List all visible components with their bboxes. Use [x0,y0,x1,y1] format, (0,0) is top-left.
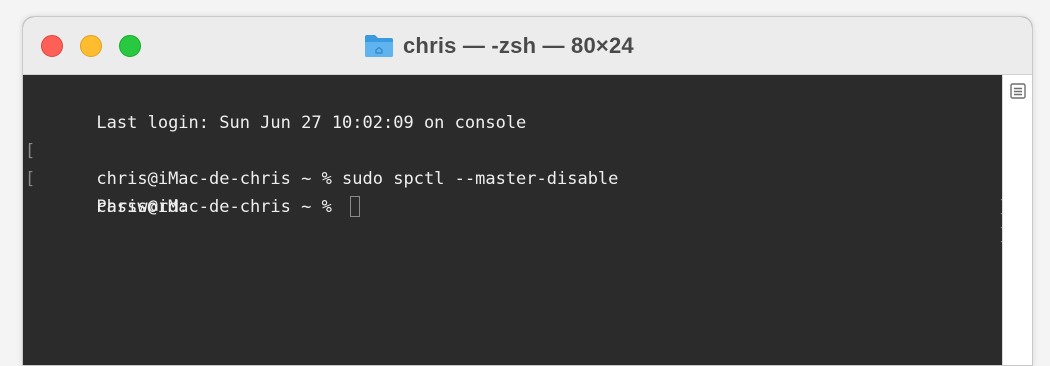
folder-icon [365,35,393,57]
close-button[interactable] [41,35,63,57]
terminal-output[interactable]: Last login: Sun Jun 27 10:02:09 on conso… [23,75,1008,365]
title-bar[interactable]: chris — -zsh — 80×24 [23,17,1032,75]
terminal-line-prompt[interactable]: chris@iMac-de-chris ~ % [35,165,1003,217]
text-cursor [350,196,361,217]
mark-bracket-left: [ [25,169,36,189]
terminal-line-command: [ chris@iMac-de-chris ~ % sudo spctl --m… [25,109,1008,217]
terminal-line-password: [ Password: ] [25,137,1008,245]
scrollbar[interactable] [1002,75,1032,365]
terminal-line-last-login: Last login: Sun Jun 27 10:02:09 on conso… [35,81,1003,133]
minimize-button[interactable] [80,35,102,57]
mark-bracket-left: [ [25,141,36,161]
list-icon[interactable] [1010,83,1026,99]
window-title: chris — -zsh — 80×24 [403,33,634,58]
zoom-button[interactable] [119,35,141,57]
terminal-prompt: chris@iMac-de-chris ~ % [96,197,343,217]
terminal-window: chris — -zsh — 80×24 Last login: Sun Jun… [22,16,1033,366]
window-title-group: chris — -zsh — 80×24 [363,31,634,61]
